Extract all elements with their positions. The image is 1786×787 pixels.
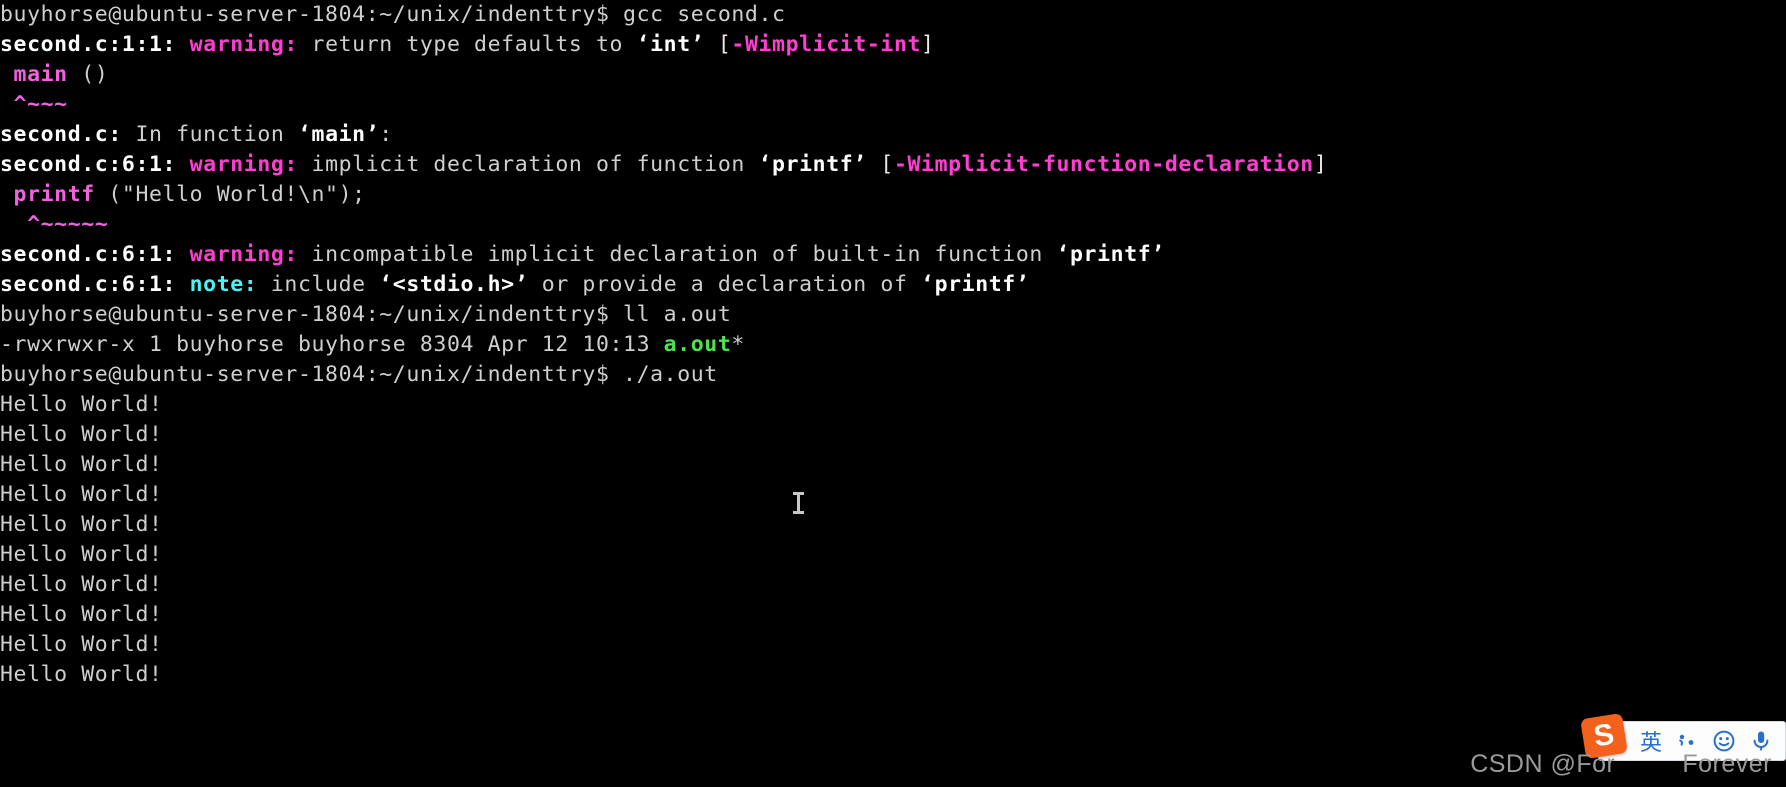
text-ibeam-cursor (793, 492, 804, 514)
terminal-text: In function (121, 122, 298, 147)
terminal-text: second.c:6:1: (0, 272, 190, 297)
terminal-line-note-6-include: second.c:6:1: note: include ‘<stdio.h>’ … (0, 270, 1786, 300)
terminal-text: buyhorse@ubuntu-server-1804:~/unix/inden… (0, 302, 624, 327)
terminal-line-out-4: Hello World! (0, 480, 1786, 510)
terminal-text: [ (704, 32, 732, 57)
terminal-text: [ (866, 152, 894, 177)
terminal-line-out-6: Hello World! (0, 540, 1786, 570)
terminal-text: ./a.out (623, 362, 718, 387)
terminal-text: buyhorse@ubuntu-server-1804:~/unix/inden… (0, 2, 624, 27)
terminal-text: main (13, 62, 68, 87)
terminal-text: -Wimplicit-function-declaration (893, 152, 1314, 177)
terminal-text: second.c:6:1: (0, 242, 190, 267)
terminal-text: warning: (189, 152, 312, 177)
terminal-line-caret-main: ^~~~ (0, 90, 1786, 120)
terminal-text: Hello World! (0, 602, 163, 627)
terminal-line-warn-6-incompatible: second.c:6:1: warning: incompatible impl… (0, 240, 1786, 270)
terminal-line-out-8: Hello World! (0, 600, 1786, 630)
terminal-line-ls-listing: -rwxrwxr-x 1 buyhorse buyhorse 8304 Apr … (0, 330, 1786, 360)
terminal-text: buyhorse@ubuntu-server-1804:~/unix/inden… (0, 362, 624, 387)
terminal-text: warning: (189, 32, 312, 57)
terminal-line-cmd-ll: buyhorse@ubuntu-server-1804:~/unix/inden… (0, 300, 1786, 330)
terminal-line-in-function-main: second.c: In function ‘main’: (0, 120, 1786, 150)
terminal-text: Hello World! (0, 452, 163, 477)
terminal-line-out-5: Hello World! (0, 510, 1786, 540)
terminal-line-out-10: Hello World! (0, 660, 1786, 690)
terminal-text: Hello World! (0, 572, 163, 597)
terminal-text: second.c:6:1: (0, 152, 190, 177)
terminal-line-cmd-gcc: buyhorse@ubuntu-server-1804:~/unix/inden… (0, 0, 1786, 30)
terminal-text: ‘printf’ (758, 152, 867, 177)
terminal-text: ^~~~~~ (27, 212, 109, 237)
terminal-text: return type defaults to (311, 32, 637, 57)
terminal-text: Hello World! (0, 662, 163, 687)
terminal-text: ll a.out (623, 302, 732, 327)
terminal-text: second.c: (0, 122, 122, 147)
terminal-line-src-printf: printf ("Hello World!\n"); (0, 180, 1786, 210)
terminal-line-warn-1-implicit-int: second.c:1:1: warning: return type defau… (0, 30, 1786, 60)
terminal-text: ] (921, 32, 935, 57)
terminal-text: -Wimplicit-int (731, 32, 922, 57)
terminal-text: warning: (189, 242, 312, 267)
terminal-line-out-3: Hello World! (0, 450, 1786, 480)
terminal-line-warn-6-implicit-func-decl: second.c:6:1: warning: implicit declarat… (0, 150, 1786, 180)
terminal-text: second.c:1:1: (0, 32, 190, 57)
terminal-text: printf (13, 182, 95, 207)
terminal-text: Hello World! (0, 422, 163, 447)
terminal-text: ‘<stdio.h>’ (379, 272, 529, 297)
terminal-text: -rwxrwxr-x 1 buyhorse buyhorse 8304 Apr … (0, 332, 664, 357)
terminal-text: : (379, 122, 393, 147)
terminal-text: implicit declaration of function (311, 152, 759, 177)
terminal-text: ‘printf’ (921, 272, 1030, 297)
terminal-line-out-1: Hello World! (0, 390, 1786, 420)
terminal-text: gcc second.c (623, 2, 786, 27)
terminal-text: ‘main’ (297, 122, 380, 147)
terminal-window[interactable]: buyhorse@ubuntu-server-1804:~/unix/inden… (0, 0, 1786, 787)
terminal-text: ‘printf’ (1056, 242, 1165, 267)
terminal-text: () (67, 62, 109, 87)
terminal-line-out-2: Hello World! (0, 420, 1786, 450)
terminal-text: ] (1313, 152, 1328, 177)
terminal-line-caret-printf: ^~~~~~ (0, 210, 1786, 240)
csdn-watermark: CSDN @For Forever (1470, 750, 1772, 778)
terminal-text: Hello World! (0, 542, 163, 567)
terminal-text: Hello World! (0, 482, 163, 507)
terminal-text: ^~~~ (13, 92, 68, 117)
terminal-line-out-9: Hello World! (0, 630, 1786, 660)
terminal-line-out-7: Hello World! (0, 570, 1786, 600)
terminal-output: buyhorse@ubuntu-server-1804:~/unix/inden… (0, 0, 1786, 690)
terminal-line-src-main: main () (0, 60, 1786, 90)
terminal-text: Hello World! (0, 392, 163, 417)
terminal-text: a.out (663, 332, 732, 357)
terminal-text: * (731, 332, 745, 357)
terminal-text: note: (189, 272, 271, 297)
terminal-text: ‘int’ (636, 32, 705, 57)
terminal-text: Hello World! (0, 512, 163, 537)
terminal-line-cmd-run: buyhorse@ubuntu-server-1804:~/unix/inden… (0, 360, 1786, 390)
terminal-text: incompatible implicit declaration of bui… (311, 242, 1057, 267)
terminal-text: Hello World! (0, 632, 163, 657)
terminal-text: or provide a declaration of (528, 272, 922, 297)
terminal-text: ("Hello World!\n"); (94, 182, 366, 207)
terminal-text: include (270, 272, 380, 297)
